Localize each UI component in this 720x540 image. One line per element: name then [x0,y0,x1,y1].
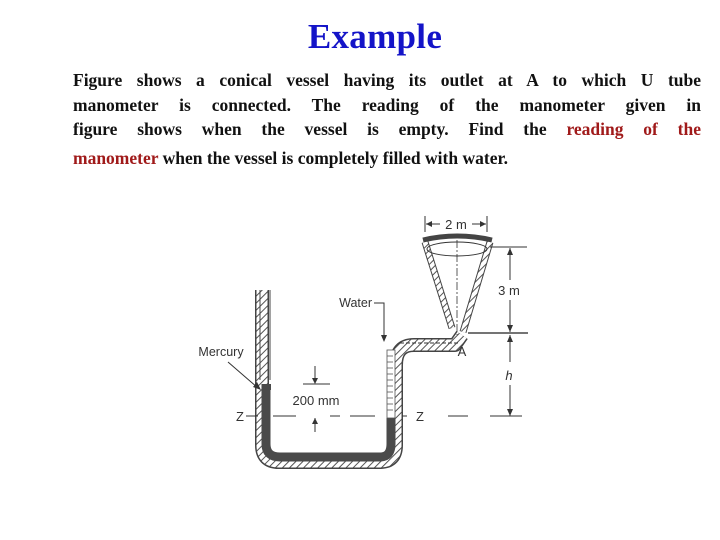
dimension-200mm: 200 mm [293,366,340,432]
mercury-label-group: Mercury [198,345,261,390]
label-z-right: Z [416,409,424,424]
problem-line-4-text: when the vessel is completely filled wit… [158,147,508,168]
label-3m: 3 m [498,283,520,298]
datum-line-zz: Z Z [236,409,522,424]
label-mercury: Mercury [198,345,244,359]
problem-line-2: manometer is connected. The reading of t… [73,94,701,115]
problem-statement: Figure shows a conical vessel having its… [73,68,701,170]
label-2m: 2 m [445,217,467,232]
problem-line-3: figure shows when the vessel is empty. F… [73,117,701,142]
highlight-reading-of-the: reading of the [566,119,701,139]
label-z-left: Z [236,409,244,424]
u-tube [255,290,468,469]
dimension-top-width: 2 m [424,216,488,232]
label-200mm: 200 mm [293,393,340,408]
highlight-manometer: manometer [73,147,159,168]
problem-line-4: manometer when the vessel is completely … [73,146,701,171]
conical-vessel [421,233,494,335]
dimension-h: h [505,335,513,416]
label-h: h [505,368,512,383]
water-label-group: Water [339,296,387,342]
manometer-diagram: 2 m 3 m h Z Z 200 mm Water Mercury A [198,216,528,469]
problem-line-3-text: figure shows when the vessel is empty. F… [73,119,567,139]
problem-line-1: Figure shows a conical vessel having its… [73,70,701,90]
label-outlet-a: A [458,344,467,359]
label-water: Water [339,296,372,310]
slide-title: Example [307,17,443,56]
